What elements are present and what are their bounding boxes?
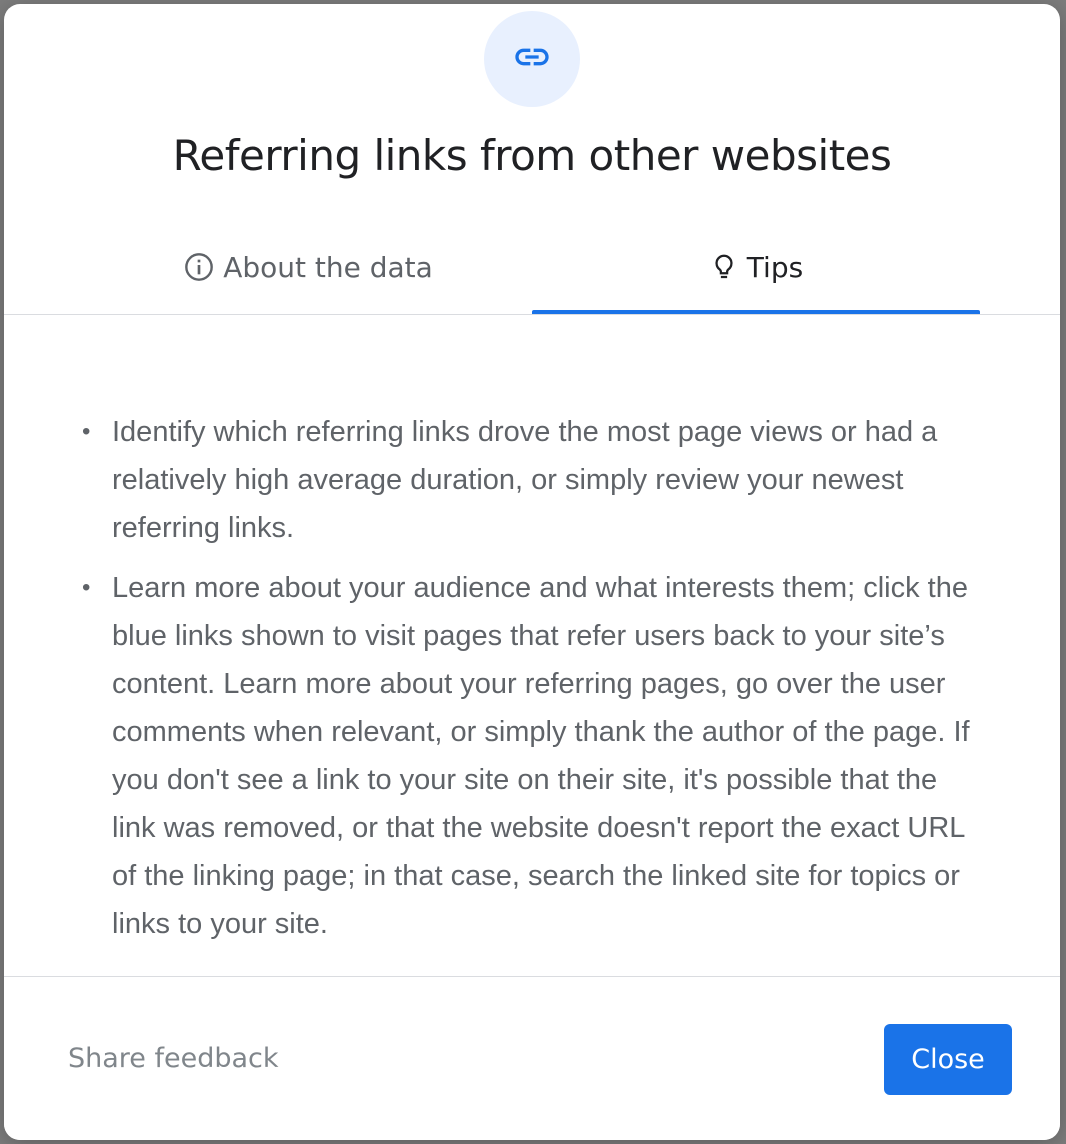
header-icon-circle xyxy=(484,11,580,107)
tips-dialog: Referring links from other websites Abou… xyxy=(4,4,1060,1140)
link-icon xyxy=(512,37,552,82)
bullet: • xyxy=(82,418,91,445)
close-button[interactable]: Close xyxy=(884,1024,1012,1095)
tab-about-the-data[interactable]: About the data xyxy=(60,224,556,310)
tab-about-label: About the data xyxy=(223,250,433,284)
tips-list: • Identify which referring links drove t… xyxy=(82,408,982,960)
dialog-title: Referring links from other websites xyxy=(172,131,892,180)
lightbulb-icon xyxy=(709,251,739,283)
tab-tips-label: Tips xyxy=(746,250,804,284)
tips-content[interactable]: • Identify which referring links drove t… xyxy=(4,316,1060,976)
info-icon xyxy=(183,251,215,283)
share-feedback-link[interactable]: Share feedback xyxy=(68,1043,279,1074)
tip-text: Learn more about your audience and what … xyxy=(112,572,970,940)
tip-text: Identify which referring links drove the… xyxy=(112,416,938,544)
dialog-footer: Share feedback Close xyxy=(4,976,1060,1140)
list-item: • Learn more about your audience and wha… xyxy=(82,564,982,948)
bullet: • xyxy=(82,574,91,601)
tab-bar: About the data Tips xyxy=(4,224,1060,315)
list-item: • Identify which referring links drove t… xyxy=(82,408,982,552)
tab-tips[interactable]: Tips xyxy=(532,224,980,310)
active-tab-indicator xyxy=(532,310,980,314)
